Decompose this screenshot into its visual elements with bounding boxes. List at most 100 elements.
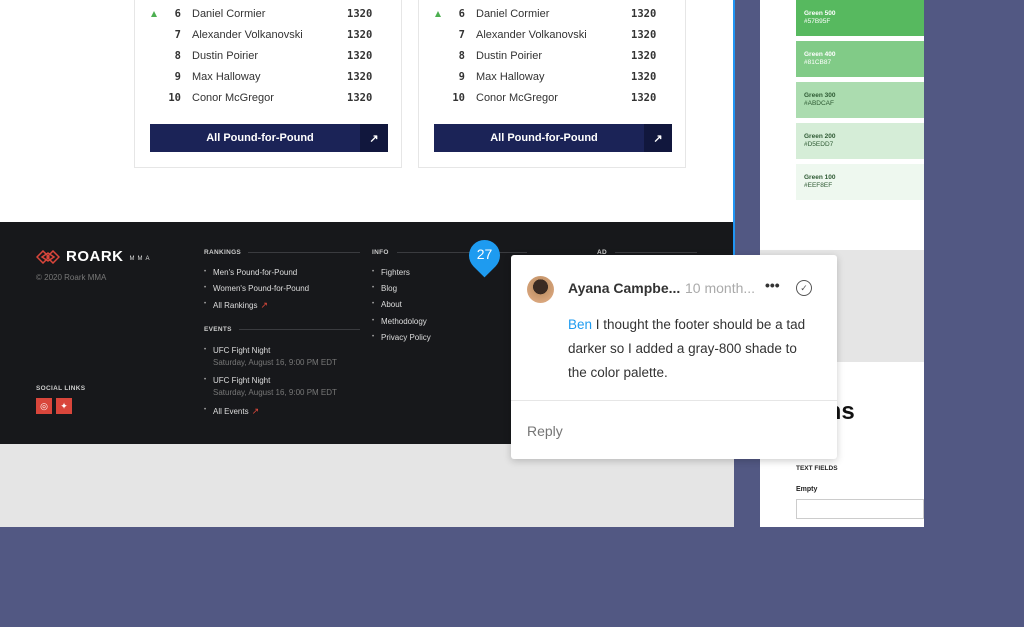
score: 1320 [347, 92, 373, 104]
footer-link-all-rankings[interactable]: All Rankings↗ [204, 300, 269, 311]
score: 1320 [631, 29, 657, 41]
twitter-icon[interactable]: ✦ [56, 398, 72, 414]
comment-popover: Ayana Campbe... 10 month... ••• ✓ Ben I … [511, 255, 837, 459]
footer-link[interactable]: Fighters [372, 268, 410, 277]
comment-body: Ben I thought the footer should be a tad… [568, 313, 808, 385]
rank: 8 [174, 50, 181, 62]
fighter-name: Conor McGregor [476, 92, 558, 104]
arrow-up-right-icon: ↗ [644, 124, 672, 152]
table-row[interactable]: 10 Conor McGregor 1320 [419, 89, 685, 109]
score: 1320 [631, 71, 657, 83]
empty-text-field[interactable] [796, 499, 924, 519]
comment-author: Ayana Campbe... [568, 280, 681, 296]
color-swatch[interactable]: Green 100 #EEF8EF [796, 164, 924, 200]
link-label: All Events [213, 407, 249, 416]
swatch-name: Green 400 [804, 51, 836, 58]
rank: 10 [452, 92, 465, 104]
fighter-name: Daniel Cormier [192, 8, 266, 20]
rankings-section: 6 Daniel Cormier 1320 7 Alexander Volkanovs… [0, 0, 733, 222]
social-links-heading: SOCIAL LINKS [36, 385, 86, 392]
event-link[interactable]: UFC Fight Night [204, 376, 270, 385]
footer-link[interactable]: Privacy Policy [372, 333, 431, 342]
swatch-hex: #ABDCAF [804, 100, 834, 107]
rankings-card: 6 Daniel Cormier 1320 7 Alexander Volkanovs… [418, 0, 686, 168]
swatch-name: Green 200 [804, 133, 836, 140]
fighter-name: Alexander Volkanovski [192, 29, 303, 41]
footer-link[interactable]: Women's Pound-for-Pound [204, 284, 309, 293]
swatch-hex: #81CB87 [804, 59, 832, 66]
button-label: All Pound-for-Pound [206, 132, 314, 144]
footer-link[interactable]: Blog [372, 284, 397, 293]
instagram-icon[interactable]: ◎ [36, 398, 52, 414]
logo-wordmark: ROARK [66, 248, 124, 265]
score: 1320 [347, 50, 373, 62]
fighter-name: Max Halloway [192, 71, 261, 83]
all-pound-for-pound-button[interactable]: All Pound-for-Pound ↗ [434, 124, 672, 152]
footer-link[interactable]: About [372, 300, 402, 309]
diamond-logo-icon [36, 249, 60, 264]
link-label: All Rankings [213, 301, 258, 310]
table-row[interactable]: 6 Daniel Cormier 1320 [135, 5, 401, 25]
arrow-up-right-icon: ↗ [260, 300, 269, 310]
swatch-name: Green 300 [804, 92, 836, 99]
swatch-hex: #57B95F [804, 18, 831, 25]
info-heading: INFO [372, 249, 389, 256]
text-fields-label: TEXT FIELDS [796, 465, 838, 472]
score: 1320 [347, 71, 373, 83]
event-link[interactable]: UFC Fight Night [204, 346, 270, 355]
rank: 6 [458, 8, 465, 20]
mention[interactable]: Ben [568, 317, 592, 332]
resolve-check-icon[interactable]: ✓ [796, 280, 812, 296]
empty-field-label: Empty [796, 486, 818, 493]
divider [511, 400, 837, 401]
table-row[interactable]: 6 Daniel Cormier 1320 [419, 5, 685, 25]
copyright: © 2020 Roark MMA [36, 273, 107, 282]
table-row[interactable]: 8 Dustin Poirier 1320 [135, 47, 401, 67]
table-row[interactable]: 7 Alexander Volkanovski 1320 [135, 26, 401, 46]
fighter-name: Conor McGregor [192, 92, 274, 104]
table-row[interactable]: 7 Alexander Volkanovski 1320 [419, 26, 685, 46]
rank: 10 [168, 92, 181, 104]
swatch-name: Green 100 [804, 174, 836, 181]
comment-text: I thought the footer should be a tad dar… [568, 317, 806, 380]
color-swatch[interactable]: Green 200 #D5EDD7 [796, 123, 924, 159]
roark-logo[interactable]: ROARK MMA [36, 248, 153, 265]
avatar [527, 276, 554, 303]
rankings-card: 6 Daniel Cormier 1320 7 Alexander Volkanovs… [134, 0, 402, 168]
fighter-name: Alexander Volkanovski [476, 29, 587, 41]
swatch-name: Green 500 [804, 10, 836, 17]
all-pound-for-pound-button[interactable]: All Pound-for-Pound ↗ [150, 124, 388, 152]
rank: 7 [174, 29, 181, 41]
more-options-icon[interactable]: ••• [765, 277, 780, 293]
event-date: Saturday, August 16, 9:00 PM EDT [213, 358, 337, 367]
footer-link[interactable]: Methodology [372, 317, 427, 326]
reply-input[interactable] [527, 423, 817, 439]
arrow-up-right-icon: ↗ [360, 124, 388, 152]
button-label: All Pound-for-Pound [490, 132, 598, 144]
table-row[interactable]: 8 Dustin Poirier 1320 [419, 47, 685, 67]
swatch-hex: #EEF8EF [804, 182, 833, 189]
score: 1320 [631, 50, 657, 62]
rankings-heading: RANKINGS [204, 249, 242, 256]
swatch-hex: #D5EDD7 [804, 141, 834, 148]
rank: 6 [174, 8, 181, 20]
color-swatch[interactable]: Green 400 #81CB87 [796, 41, 924, 77]
fighter-name: Dustin Poirier [476, 50, 543, 62]
fighter-name: Dustin Poirier [192, 50, 259, 62]
fighter-name: Max Halloway [476, 71, 545, 83]
table-row[interactable]: 9 Max Halloway 1320 [135, 68, 401, 88]
color-swatch[interactable]: Green 300 #ABDCAF [796, 82, 924, 118]
footer-link[interactable]: Men's Pound-for-Pound [204, 268, 297, 277]
arrow-up-right-icon: ↗ [251, 406, 260, 416]
score: 1320 [347, 8, 373, 20]
comment-time: 10 month... [685, 280, 756, 296]
footer-link-all-events[interactable]: All Events↗ [204, 406, 260, 417]
rank: 9 [458, 71, 465, 83]
table-row[interactable]: 9 Max Halloway 1320 [419, 68, 685, 88]
fighter-name: Daniel Cormier [476, 8, 550, 20]
rank: 7 [458, 29, 465, 41]
event-date: Saturday, August 16, 9:00 PM EDT [213, 388, 337, 397]
table-row[interactable]: 10 Conor McGregor 1320 [135, 89, 401, 109]
comment-pin-number[interactable]: 27 [469, 246, 500, 262]
color-swatch[interactable]: Green 500 #57B95F [796, 0, 924, 36]
